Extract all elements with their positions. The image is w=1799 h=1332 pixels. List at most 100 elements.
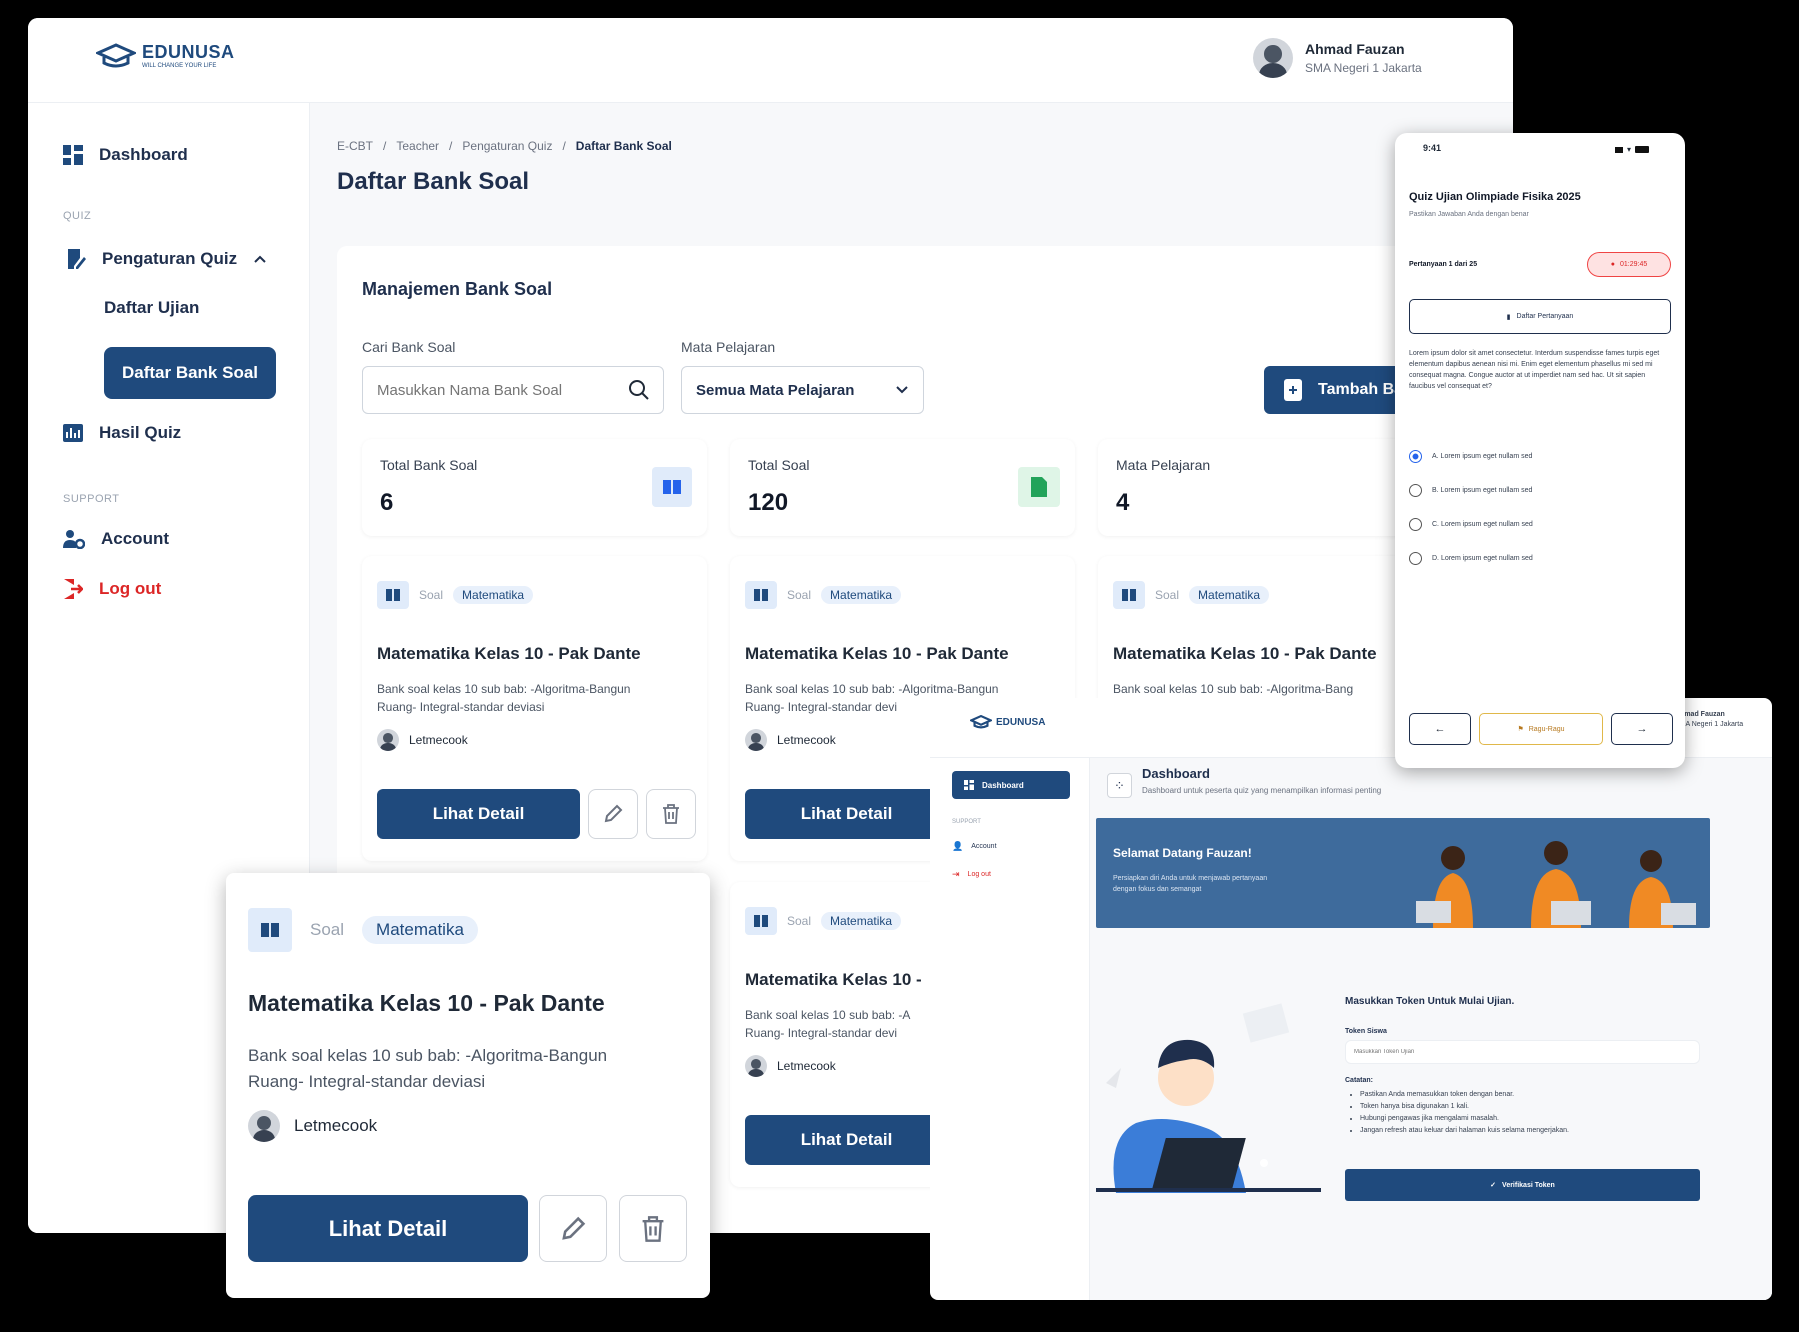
sidebar-item-hasil-quiz[interactable]: Hasil Quiz [63,423,181,443]
logo[interactable]: EDUNUSA [970,715,1045,729]
quiz-progress: Pertanyaan 1 dari 25 [1409,261,1478,268]
avatar [1253,38,1293,78]
option-label: C. Lorem ipsum eget nullam sed [1432,520,1533,528]
sidebar-item-pengaturan-quiz[interactable]: Pengaturan Quiz [66,248,267,270]
chevron-down-icon [896,386,908,394]
radio-button[interactable] [1409,483,1422,497]
quiz-subtitle: Pastikan Jawaban Anda dengan benar [1409,211,1529,218]
question-text: Lorem ipsum dolor sit amet consectetur. … [1409,350,1660,390]
token-title: Masukkan Token Untuk Mulai Ujian. [1345,996,1515,1007]
radio-button[interactable] [1409,517,1422,531]
mobile-quiz-screen: 9:41 ▾ Quiz Ujian Olimpiade Fisika 2025 … [1395,133,1685,768]
sidebar-item-logout[interactable]: Log out [63,578,161,600]
edit-button[interactable] [539,1195,607,1262]
stat-value: 120 [748,489,789,516]
trash-icon [663,804,679,824]
sidebar-item-dashboard[interactable]: Dashboard [952,771,1070,799]
sidebar-item-account[interactable]: 👤 Account [952,841,997,852]
bank-desc-line: Bank soal kelas 10 sub bab: -Algoritma-B… [1113,682,1354,696]
subject-label: Mata Pelajaran [681,339,776,355]
bank-desc: Bank soal kelas 10 sub bab: -Algoritma-B… [1113,680,1353,698]
subject-badge: Matematika [1189,586,1270,604]
answer-option[interactable]: A. Lorem ipsum eget nullam sed [1409,439,1671,473]
user-profile[interactable]: Ahmad Fauzan SMA Negeri 1 Jakarta [1253,38,1422,78]
author-name: Letmecook [777,1059,836,1073]
token-label: Token Siswa [1345,1028,1387,1035]
sidebar-item-account[interactable]: Account [63,529,169,549]
sidebar-label: Dashboard [982,780,1024,790]
book-icon [745,581,777,609]
user-icon: 👤 [952,841,964,851]
author-name: Letmecook [294,1116,378,1135]
bank-title: Matematika Kelas 10 - Pak Dante [745,644,1009,663]
breadcrumb-item[interactable]: Pengaturan Quiz [462,139,552,153]
radio-button[interactable] [1409,449,1422,463]
subject-select[interactable]: Semua Mata Pelajaran [681,366,924,414]
delete-button[interactable] [619,1195,687,1262]
book-icon [745,907,777,935]
option-label: A. Lorem ipsum eget nullam sed [1432,452,1533,460]
answer-option[interactable]: C. Lorem ipsum eget nullam sed [1409,507,1671,541]
bank-desc-line: Bank soal kelas 10 sub bab: -Algoritma-B… [248,1046,608,1065]
breadcrumb-item[interactable]: Teacher [396,139,439,153]
delete-button[interactable] [646,789,696,839]
dashboard-icon: ⁘ [1107,773,1132,798]
stat-value: 4 [1116,489,1130,516]
bank-desc: Bank soal kelas 10 sub bab: -A Ruang- Int… [745,1006,910,1042]
answer-option[interactable]: D. Lorem ipsum eget nullam sed [1409,541,1671,575]
section-label-support: SUPPORT [63,493,120,505]
timer-value: 01:29:45 [1619,261,1648,268]
sidebar-item-dashboard[interactable]: Dashboard [63,145,188,165]
avatar [377,729,399,751]
bank-type: Soal [787,914,812,928]
next-button[interactable]: → [1611,713,1673,745]
book-icon [652,467,692,507]
student-sidebar: Dashboard SUPPORT 👤 Account ⇥ Log out [930,758,1090,1300]
flag-button[interactable]: ⚑ Ragu-Ragu [1479,713,1603,745]
student-laptop-illustration [1096,1003,1321,1193]
edit-button[interactable] [588,789,638,839]
verify-token-button[interactable]: ✓ Verifikasi Token [1345,1169,1700,1201]
note-item: Jangan refresh atau keluar dari halaman … [1360,1125,1569,1137]
status-time: 9:41 [1423,143,1442,153]
sidebar-subitem-daftar-ujian[interactable]: Daftar Ujian [104,298,199,318]
bank-title: Matematika Kelas 10 - Pak Dante [248,990,605,1016]
logout-icon: ⇥ [952,869,960,879]
chevron-up-icon[interactable] [253,254,267,264]
sidebar-item-logout[interactable]: ⇥ Log out [952,869,991,880]
bank-desc-line: Bank soal kelas 10 sub bab: -Algoritma-B… [377,682,631,696]
prev-button[interactable]: ← [1409,713,1471,745]
search-input[interactable] [362,366,664,414]
search-icon[interactable] [628,379,650,401]
bank-card-meta: Soal Matematika [1113,581,1270,609]
book-icon [377,581,409,609]
logo-name: EDUNUSA [996,716,1046,728]
token-input[interactable] [1345,1040,1700,1064]
check-icon: ✓ [1490,1182,1497,1189]
avatar [745,729,767,751]
sidebar-subitem-daftar-bank-soal[interactable]: Daftar Bank Soal [104,347,276,399]
bank-type: Soal [1155,588,1180,602]
logo[interactable]: EDUNUSA WILL CHANGE YOUR LIFE [96,42,235,69]
question-list-button[interactable]: ▮ Daftar Pertanyaan [1409,299,1671,334]
detail-button[interactable]: Lihat Detail [745,1115,948,1165]
sidebar-label: Daftar Ujian [104,298,200,317]
user-school: SMA Negeri 1 Jakarta [1675,720,1744,728]
verify-label: Verifikasi Token [1502,1181,1555,1189]
question-list-label: Daftar Pertanyaan [1516,313,1574,320]
detail-button[interactable]: Lihat Detail [248,1195,528,1262]
clock-icon: ● [1610,261,1615,268]
logo-name: EDUNUSA [142,42,235,62]
sidebar-label: Dashboard [99,145,188,164]
bank-author: Letmecook [745,729,836,751]
breadcrumb-item[interactable]: E-CBT [337,139,373,153]
answer-option[interactable]: B. Lorem ipsum eget nullam sed [1409,473,1671,507]
trash-icon [642,1215,664,1242]
subject-select-value: Semua Mata Pelajaran [696,381,855,399]
sidebar-label: Account [971,843,997,850]
sidebar-label: Account [101,529,169,548]
detail-button[interactable]: Lihat Detail [377,789,580,839]
detail-button[interactable]: Lihat Detail [745,789,948,839]
bank-desc: Bank soal kelas 10 sub bab: -Algoritma-B… [377,680,697,716]
radio-button[interactable] [1409,551,1422,565]
